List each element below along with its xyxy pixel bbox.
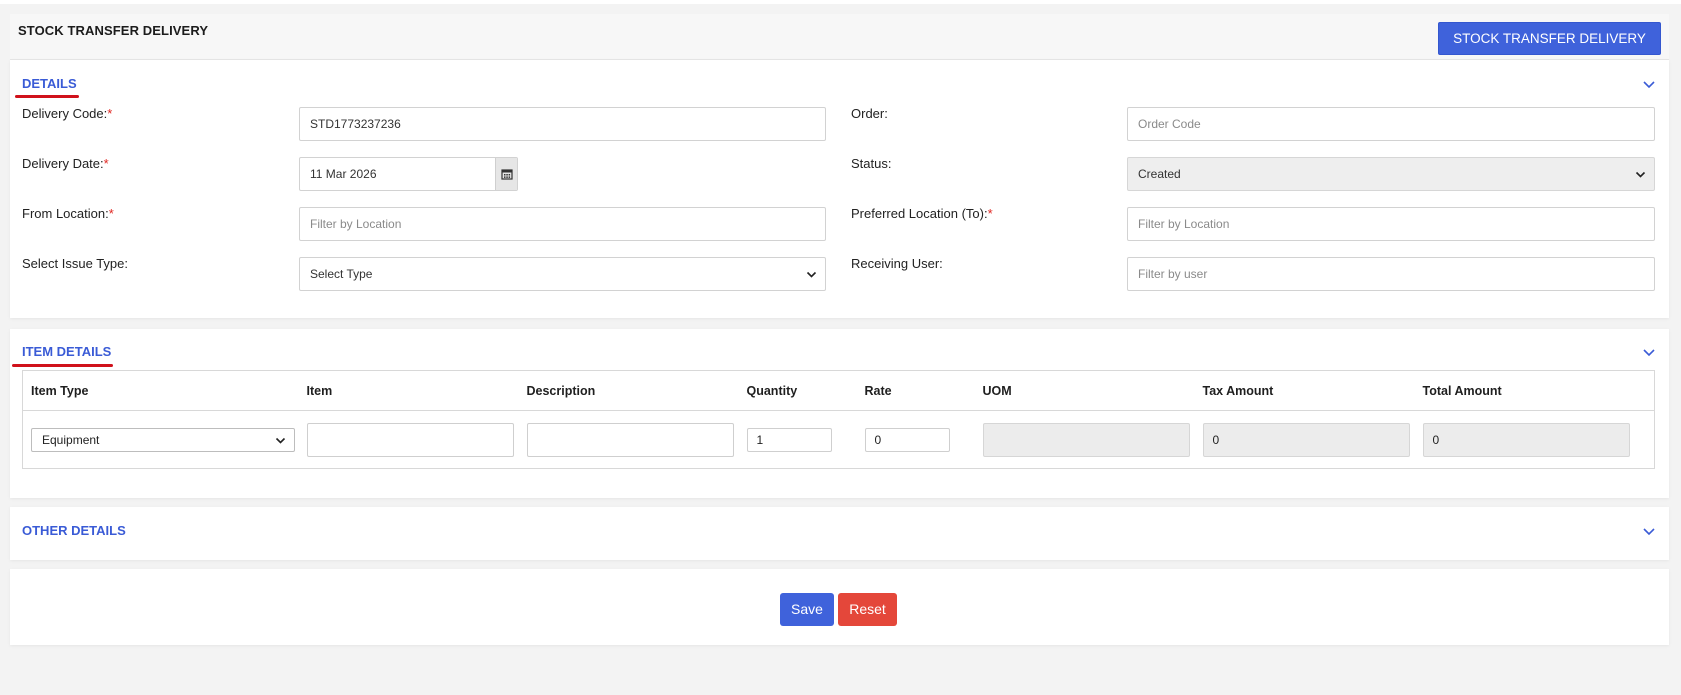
- chevron-down-icon: [806, 271, 817, 278]
- delivery-date-label: Delivery Date:*: [22, 156, 109, 171]
- other-details-section: OTHER DETAILS: [10, 507, 1669, 560]
- item-details-section-title[interactable]: ITEM DETAILS: [22, 344, 111, 359]
- issue-type-select[interactable]: Select Type: [299, 257, 826, 291]
- item-details-title-underline: [12, 364, 113, 367]
- items-table-header: Item Type Item Description Quantity Rate…: [22, 370, 1655, 411]
- item-type-select[interactable]: Equipment: [31, 427, 295, 452]
- top-strip: [0, 0, 1681, 4]
- delivery-code-label: Delivery Code:*: [22, 106, 113, 121]
- tax-amount-input: 0: [1202, 422, 1410, 457]
- delivery-code-input[interactable]: STD1773237236: [299, 107, 826, 141]
- other-details-section-title[interactable]: OTHER DETAILS: [22, 523, 126, 538]
- items-table: Item Type Item Description Quantity Rate…: [22, 370, 1655, 469]
- column-header: Tax Amount: [1194, 370, 1415, 411]
- order-label: Order:: [851, 106, 888, 121]
- status-select[interactable]: Created: [1127, 157, 1655, 191]
- total-amount-input: 0: [1422, 422, 1630, 457]
- calendar-icon: [500, 169, 513, 180]
- chevron-down-icon: [1635, 171, 1646, 178]
- rate-input[interactable]: 0: [864, 427, 950, 452]
- details-title-underline: [15, 95, 79, 98]
- preferred-location-input[interactable]: Filter by Location: [1127, 207, 1655, 241]
- description-input[interactable]: [526, 422, 734, 457]
- page-title: STOCK TRANSFER DELIVERY: [18, 23, 209, 38]
- chevron-down-icon[interactable]: [1642, 524, 1656, 538]
- column-header: Item Type: [22, 370, 299, 411]
- from-location-label: From Location:*: [22, 206, 114, 221]
- column-header: Quantity: [738, 370, 857, 411]
- item-input[interactable]: [306, 422, 514, 457]
- preferred-location-label: Preferred Location (To):*: [851, 206, 993, 221]
- calendar-button[interactable]: [495, 158, 517, 190]
- delivery-date-value: 11 Mar 2026: [310, 167, 377, 181]
- column-header: Item: [298, 370, 519, 411]
- form-actions: Save Reset: [10, 569, 1669, 645]
- column-header: Rate: [856, 370, 975, 411]
- table-row: Equipment 1 0 0 0: [23, 411, 1655, 469]
- save-button[interactable]: Save: [780, 593, 834, 626]
- chevron-down-icon[interactable]: [1642, 77, 1656, 91]
- receiving-user-label: Receiving User:: [851, 256, 943, 271]
- stock-transfer-delivery-list-button[interactable]: STOCK TRANSFER DELIVERY LIST: [1438, 22, 1661, 77]
- issue-type-value: Select Type: [310, 267, 373, 281]
- details-section: DETAILS Delivery Code:* STD1773237236 Or…: [10, 60, 1669, 318]
- from-location-input[interactable]: Filter by Location: [299, 207, 826, 241]
- column-header: UOM: [974, 370, 1195, 411]
- page-header: STOCK TRANSFER DELIVERY STOCK TRANSFER D…: [10, 14, 1669, 77]
- chevron-down-icon[interactable]: [1642, 345, 1656, 359]
- receiving-user-input[interactable]: Filter by user: [1127, 257, 1655, 291]
- uom-input: [982, 422, 1190, 457]
- chevron-down-icon: [275, 437, 286, 444]
- order-code-input[interactable]: Order Code: [1127, 107, 1655, 141]
- details-section-title[interactable]: DETAILS: [22, 76, 77, 91]
- column-header: Description: [518, 370, 739, 411]
- item-details-section: ITEM DETAILS Item Type Item Description …: [10, 329, 1669, 498]
- issue-type-label: Select Issue Type:: [22, 256, 128, 271]
- column-header: Total Amount: [1414, 370, 1655, 411]
- delivery-date-input[interactable]: 11 Mar 2026: [299, 157, 518, 191]
- status-label: Status:: [851, 156, 892, 171]
- reset-button[interactable]: Reset: [838, 593, 897, 626]
- status-value: Created: [1138, 167, 1181, 181]
- quantity-input[interactable]: 1: [746, 427, 832, 452]
- item-type-value: Equipment: [42, 432, 100, 447]
